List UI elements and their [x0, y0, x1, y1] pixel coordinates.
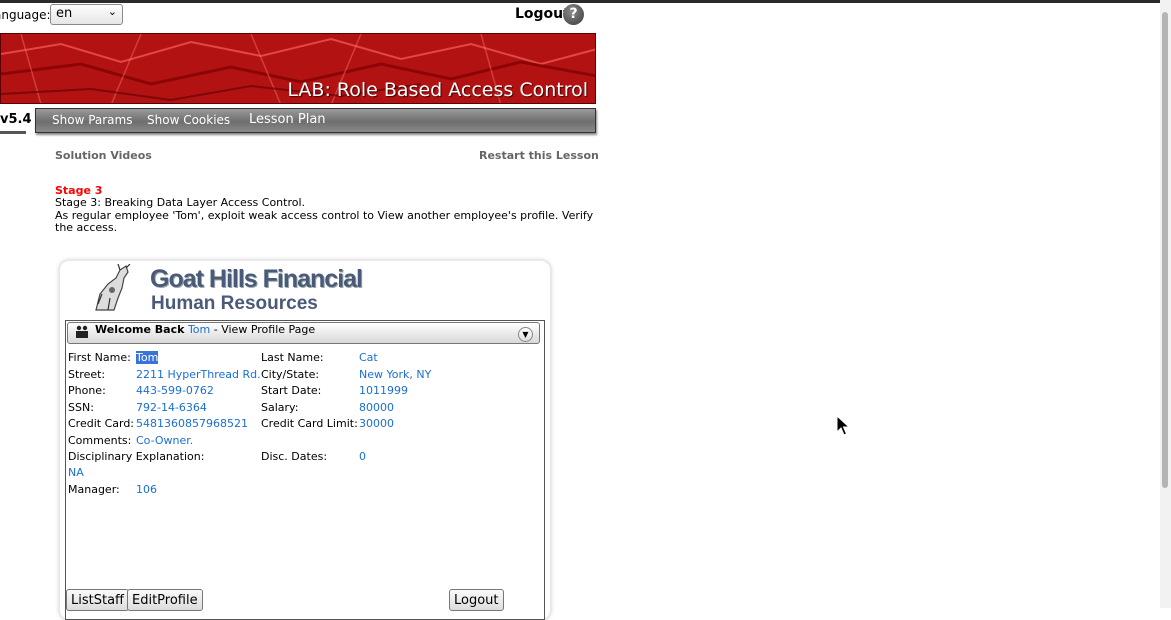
stage-instructions-cont: the access. [55, 221, 118, 234]
disc-dates-label: Disc. Dates: [261, 450, 328, 463]
street-label: Street: [68, 368, 106, 381]
logout-link[interactable]: Logout [515, 6, 570, 22]
welcome-prefix: Welcome Back [95, 323, 185, 336]
show-params-link[interactable]: Show Params [52, 113, 132, 127]
show-cookies-link[interactable]: Show Cookies [147, 113, 230, 127]
scrollbar-thumb[interactable] [1162, 12, 1168, 488]
page-suffix: - View Profile Page [213, 323, 316, 336]
language-label: anguage: [0, 8, 51, 22]
first-name-label: First Name: [68, 351, 131, 364]
welcome-user: Tom [187, 323, 211, 336]
comments-label: Comments: [68, 434, 132, 447]
people-icon [76, 325, 88, 338]
phone-value: 443-599-0762 [136, 384, 214, 397]
version-underline [0, 131, 26, 134]
credit-card-value: 5481360857968521 [136, 417, 248, 430]
goat-logo-icon [95, 264, 131, 311]
last-name-label: Last Name: [261, 351, 324, 364]
phone-label: Phone: [68, 384, 106, 397]
street-value: 2211 HyperThread Rd. [136, 368, 261, 381]
city-label: City/State: [261, 368, 320, 381]
ssn-value: 792-14-6364 [136, 401, 207, 414]
chevron-down-icon: ⌄ [107, 5, 117, 18]
credit-card-label: Credit Card: [68, 417, 135, 430]
company-logo-subtitle: Human Resources [151, 293, 318, 314]
welcome-message: Welcome Back Tom - View Profile Page [95, 323, 315, 336]
stage-description: Stage 3: Breaking Data Layer Access Cont… [55, 196, 306, 209]
comments-value: Co-Owner. [136, 434, 194, 447]
help-icon[interactable]: ? [563, 4, 584, 25]
language-value: en [56, 6, 73, 21]
restart-lesson-link[interactable]: Restart this Lesson [479, 149, 599, 162]
disc-dates-value: 0 [359, 450, 366, 463]
last-name-value: Cat [359, 351, 378, 364]
lesson-banner: LAB: Role Based Access Control [0, 33, 596, 104]
mouse-cursor-icon [836, 415, 850, 436]
lesson-navbar: Show Params Show Cookies Lesson Plan [35, 108, 596, 133]
credit-limit-value: 30000 [359, 417, 394, 430]
ssn-label: SSN: [68, 401, 94, 414]
window-top-border [0, 0, 1171, 3]
credit-limit-label: Credit Card Limit: [261, 417, 358, 430]
salary-label: Salary: [261, 401, 299, 414]
version-label: v5.4 [0, 112, 32, 127]
first-name-value: Tom [136, 351, 159, 364]
company-logo-title: Goat Hills Financial [150, 265, 363, 293]
salary-value: 80000 [359, 401, 394, 414]
lesson-title: LAB: Role Based Access Control [287, 79, 588, 101]
start-date-value: 1011999 [359, 384, 408, 397]
manager-label: Manager: [68, 483, 120, 496]
manager-value: 106 [136, 483, 157, 496]
profile-panel [65, 320, 545, 620]
disciplinary-label: Disciplinary Explanation: [68, 450, 205, 463]
lesson-plan-link[interactable]: Lesson Plan [249, 112, 326, 127]
solution-videos-link[interactable]: Solution Videos [55, 149, 152, 162]
collapse-icon[interactable]: ▼ [518, 327, 533, 342]
start-date-label: Start Date: [261, 384, 322, 397]
city-value: New York, NY [359, 368, 432, 381]
language-select[interactable]: en ⌄ [50, 4, 123, 25]
disciplinary-value: NA [68, 466, 84, 479]
